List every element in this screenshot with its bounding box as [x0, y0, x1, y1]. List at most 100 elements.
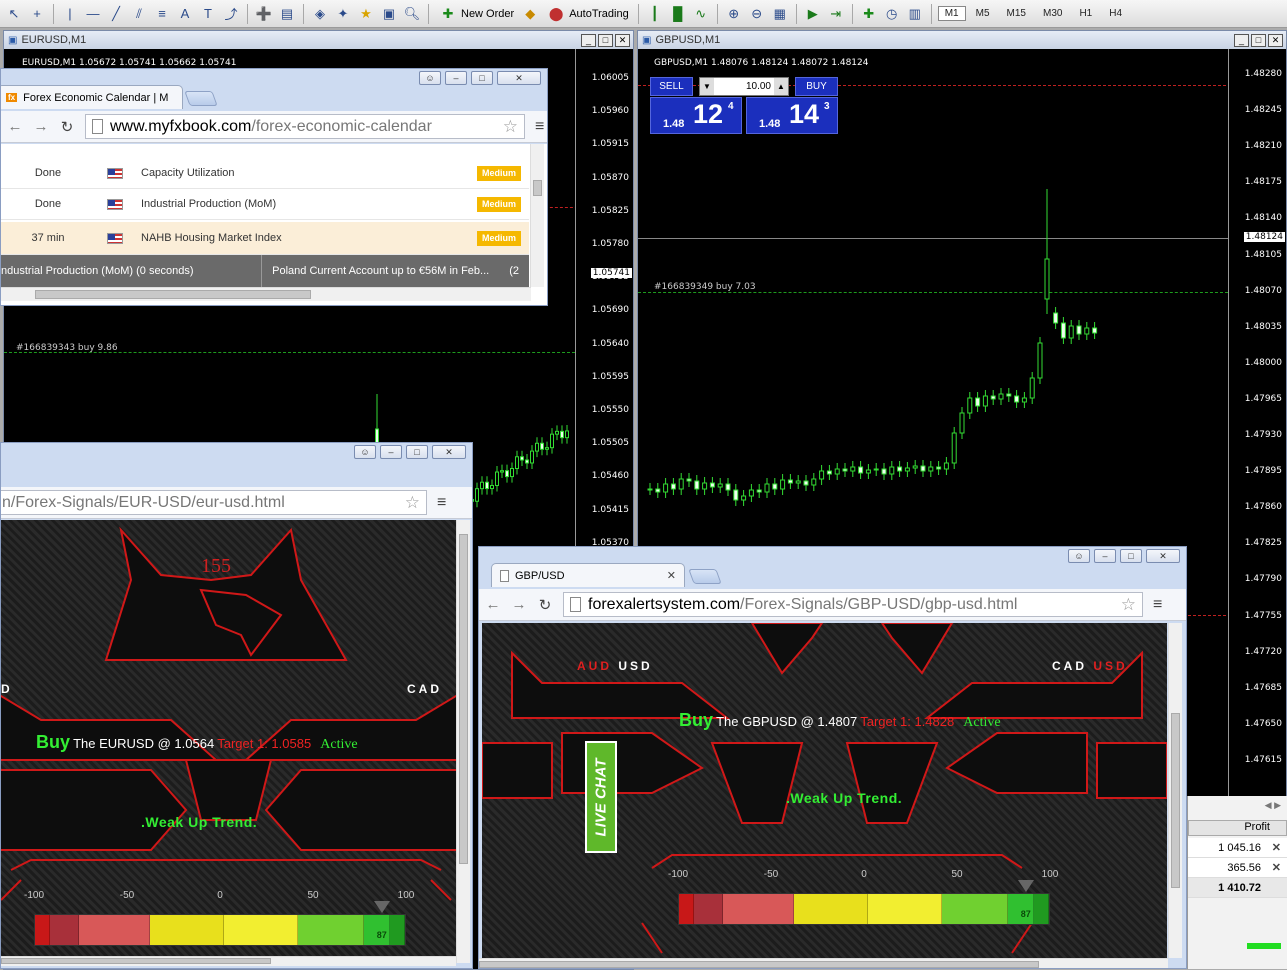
calendar-row-upcoming[interactable]: 37 min NAHB Housing Market Index Medium [1, 222, 529, 255]
user-icon[interactable]: ☺ [1068, 549, 1090, 563]
timeframe-m15[interactable]: M15 [1000, 8, 1033, 19]
maximize-button[interactable]: □ [1120, 549, 1142, 563]
address-bar[interactable]: forexalertsystem.com/Forex-Signals/GBP-U… [563, 592, 1143, 617]
calendar-row[interactable]: Done Capacity Utilization Medium [1, 158, 529, 189]
scrollbar-thumb[interactable] [1171, 713, 1180, 888]
vertical-scrollbar[interactable] [1168, 623, 1182, 958]
label-icon[interactable]: T [198, 4, 218, 24]
scrollbar-thumb[interactable] [1, 958, 271, 964]
close-button[interactable]: ✕ [1268, 33, 1283, 47]
timeframe-h4[interactable]: H4 [1102, 8, 1129, 19]
increase-volume-icon[interactable]: ▲ [774, 78, 788, 95]
volume-stepper[interactable]: ▼ 10.00 ▲ [699, 77, 789, 96]
maximize-button[interactable]: □ [1251, 33, 1266, 47]
maximize-button[interactable]: □ [598, 33, 613, 47]
meta-editor-icon[interactable]: ◆ [520, 4, 540, 24]
scrollbar-thumb[interactable] [533, 180, 542, 196]
periods-icon[interactable]: ◷ [882, 4, 902, 24]
bid-price-box[interactable]: 1.48 12 4 [650, 97, 742, 134]
forward-icon[interactable]: → [511, 596, 527, 613]
fibonacci-icon[interactable]: ≡ [152, 4, 172, 24]
reload-icon[interactable]: ↻ [59, 118, 75, 136]
profit-column-header[interactable]: Profit [1188, 820, 1287, 836]
decrease-volume-icon[interactable]: ▼ [700, 78, 714, 95]
terminal-icon[interactable]: ▣ [379, 4, 399, 24]
horizontal-scrollbar[interactable] [1, 956, 456, 966]
forward-icon[interactable]: → [33, 118, 49, 135]
terminal-row[interactable]: 1 045.16 ✕ [1188, 838, 1287, 858]
terminal-scroll-arrows[interactable]: ◀ ▶ [1265, 800, 1281, 811]
timeframe-m5[interactable]: M5 [969, 8, 997, 19]
indicators-icon[interactable]: ✚ [859, 4, 879, 24]
scrollbar-thumb[interactable] [35, 290, 311, 299]
market-watch-icon[interactable]: ◈ [310, 4, 330, 24]
menu-icon[interactable]: ≡ [1153, 596, 1162, 614]
minimize-button[interactable]: _ [581, 33, 596, 47]
channel-icon[interactable]: ⫽ [129, 4, 149, 24]
gbpusd-chart-titlebar[interactable]: ▣ GBPUSD,M1 _ □ ✕ [638, 31, 1286, 49]
line-chart-icon[interactable]: ∿ [691, 4, 711, 24]
back-icon[interactable]: ← [485, 596, 501, 613]
bookmark-star-icon[interactable]: ☆ [1121, 595, 1136, 615]
minimize-button[interactable]: – [380, 445, 402, 459]
horizontal-scrollbar[interactable] [479, 958, 1168, 968]
buy-button[interactable]: BUY [795, 77, 838, 96]
cursor-icon[interactable]: ↖ [4, 4, 24, 24]
timeframe-m1[interactable]: M1 [937, 6, 966, 21]
zoom-out-icon[interactable]: ⊖ [747, 4, 767, 24]
volume-value[interactable]: 10.00 [714, 81, 774, 92]
close-button[interactable]: ✕ [497, 71, 541, 85]
close-tab-icon[interactable]: ✕ [667, 569, 676, 582]
live-chat-button[interactable]: LIVE CHAT [585, 741, 617, 853]
close-order-icon[interactable]: ✕ [1272, 838, 1281, 858]
new-tab-button[interactable] [184, 91, 218, 106]
tile-windows-icon[interactable]: ▦ [770, 4, 790, 24]
address-bar[interactable]: n/Forex-Signals/EUR-USD/eur-usd.html ☆ [1, 490, 427, 515]
autotrading-button[interactable]: ⬤ AutoTrading [543, 4, 632, 24]
close-button[interactable]: ✕ [615, 33, 630, 47]
zoom-in-icon[interactable]: ⊕ [724, 4, 744, 24]
menu-icon[interactable]: ≡ [535, 118, 544, 136]
sell-button[interactable]: SELL [650, 77, 693, 96]
minimize-button[interactable]: – [445, 71, 467, 85]
tester-icon[interactable]: 🔍︎ [402, 4, 422, 24]
bookmark-star-icon[interactable]: ☆ [503, 117, 518, 137]
horizontal-line-icon[interactable]: — [83, 4, 103, 24]
trendline-icon[interactable]: ╱ [106, 4, 126, 24]
tab-forex-calendar[interactable]: fx Forex Economic Calendar | M [1, 85, 183, 109]
bar-chart-icon[interactable]: ┃ [645, 4, 665, 24]
user-icon[interactable]: ☺ [419, 71, 441, 85]
reload-icon[interactable]: ↻ [537, 596, 553, 614]
arrows-icon[interactable]: ⤴ [221, 4, 241, 24]
bookmark-star-icon[interactable]: ☆ [405, 493, 420, 513]
terminal-row[interactable]: 365.56 ✕ [1188, 858, 1287, 878]
text-icon[interactable]: A [175, 4, 195, 24]
maximize-button[interactable]: □ [406, 445, 428, 459]
profiles-icon[interactable]: ▤ [277, 4, 297, 24]
timeframe-m30[interactable]: M30 [1036, 8, 1069, 19]
new-chart-icon[interactable]: ➕ [254, 4, 274, 24]
scrollbar-thumb[interactable] [479, 961, 1039, 968]
close-button[interactable]: ✕ [432, 445, 466, 459]
templates-icon[interactable]: ▥ [905, 4, 925, 24]
ask-price-box[interactable]: 1.48 14 3 [746, 97, 838, 134]
vertical-line-icon[interactable]: | [60, 4, 80, 24]
favorites-icon[interactable]: ★ [356, 4, 376, 24]
news-ticker[interactable]: ndustrial Production (MoM) (0 seconds) P… [1, 255, 529, 287]
new-tab-button[interactable] [688, 569, 722, 584]
close-order-icon[interactable]: ✕ [1272, 858, 1281, 878]
menu-icon[interactable]: ≡ [437, 494, 446, 512]
autoscroll-icon[interactable]: ▶ [803, 4, 823, 24]
timeframe-h1[interactable]: H1 [1072, 8, 1099, 19]
tab-gbp-usd[interactable]: GBP/USD ✕ [491, 563, 685, 587]
navigator-icon[interactable]: ✦ [333, 4, 353, 24]
new-order-button[interactable]: ✚ New Order [435, 4, 517, 24]
back-icon[interactable]: ← [7, 118, 23, 135]
address-bar[interactable]: www.myfxbook.com/forex-economic-calendar… [85, 114, 525, 139]
close-button[interactable]: ✕ [1146, 549, 1180, 563]
chart-shift-icon[interactable]: ⇥ [826, 4, 846, 24]
minimize-button[interactable]: – [1094, 549, 1116, 563]
eurusd-chart-titlebar[interactable]: ▣ EURUSD,M1 _ □ ✕ [4, 31, 633, 49]
minimize-button[interactable]: _ [1234, 33, 1249, 47]
vertical-scrollbar[interactable] [530, 144, 544, 287]
